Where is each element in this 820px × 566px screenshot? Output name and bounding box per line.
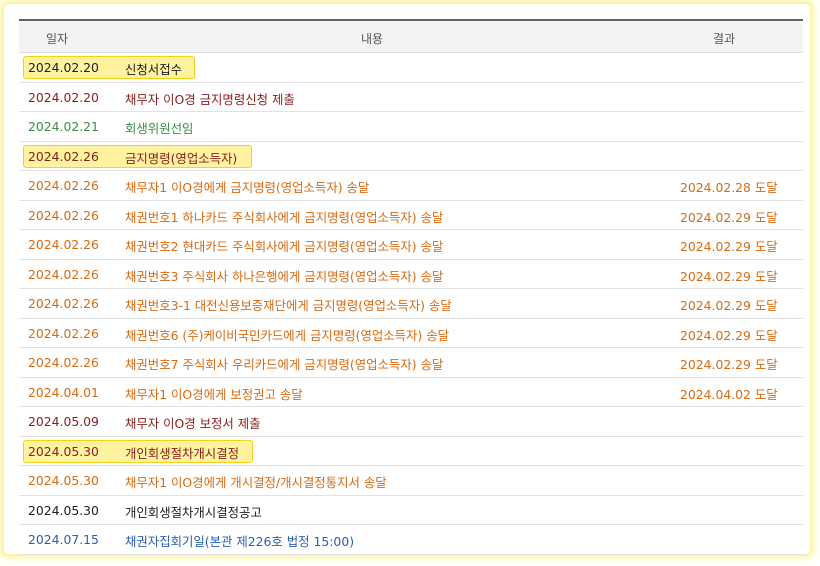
row-date: 2024.02.26 <box>28 355 99 370</box>
row-date: 2024.02.26 <box>28 266 99 282</box>
row-content: 채권번호7 주식회사 우리카드에게 금지명령(영업소득자) 송달 <box>125 357 444 372</box>
row-content: 채무자1 이O경에게 개시결정/개시결정통지서 송달 <box>125 475 387 490</box>
row-content: 채권번호2 현대카드 주식회사에게 금지명령(영업소득자) 송달 <box>125 239 444 254</box>
row-result: 2024.02.29 도달 <box>680 298 778 313</box>
table-row: 2024.02.26 채권번호6 (주)케이비국민카드에게 금지명령(영업소득자)… <box>19 319 803 348</box>
table-row: 2024.07.15 채권자집회기일(본관 제226호 법정 15:00) <box>19 525 803 555</box>
table-body: 2024.02.20 신청서접수 2024.02.20 채무자 이O경 금지명령신청 … <box>19 53 803 555</box>
row-date: 2024.05.30 <box>28 443 99 459</box>
row-content: 채권번호3 주식회사 하나은행에게 금지명령(영업소득자) 송달 <box>125 268 444 284</box>
row-date: 2024.02.26 <box>28 296 99 311</box>
row-date: 2024.02.26 <box>28 325 99 341</box>
table-row: 2024.04.01 채무자1 이O경에게 보정권고 송달 2024.04.02 도… <box>19 378 803 407</box>
row-content: 개인회생절차개시결정 <box>125 445 239 461</box>
table-row: 2024.05.09 채무자 이O경 보정서 제출 <box>19 407 803 437</box>
table-row: 2024.02.26 채권번호3-1 대전신용보증재단에게 금지명령(영업소득자)… <box>19 289 803 319</box>
table-row: 2024.02.26 채권번호3 주식회사 하나은행에게 금지명령(영업소득자) … <box>19 260 803 289</box>
table-row: 2024.02.26 채권번호2 현대카드 주식회사에게 금지명령(영업소득자) … <box>19 230 803 260</box>
table-row: 2024.02.21 회생위원선임 <box>19 112 803 142</box>
table-row: 2024.02.20 채무자 이O경 금지명령신청 제출 <box>19 83 803 112</box>
row-date: 2024.02.20 <box>28 89 99 105</box>
row-date: 2024.02.26 <box>28 148 99 164</box>
row-date: 2024.07.15 <box>28 532 99 547</box>
row-content: 채무자 이O경 금지명령신청 제출 <box>125 91 295 107</box>
row-date: 2024.04.01 <box>28 384 99 400</box>
table-row: 2024.02.20 신청서접수 <box>19 53 803 83</box>
row-content: 신청서접수 <box>125 62 182 77</box>
row-content: 채권번호6 (주)케이비국민카드에게 금지명령(영업소득자) 송달 <box>125 327 450 343</box>
row-date: 2024.02.26 <box>28 207 99 223</box>
header-result: 결과 <box>713 32 736 46</box>
row-result: 2024.02.29 도달 <box>680 268 778 284</box>
table-header: 일자 내용 결과 <box>19 21 803 53</box>
row-content: 채권번호1 하나카드 주식회사에게 금지명령(영업소득자) 송달 <box>125 209 444 225</box>
row-content: 채권번호3-1 대전신용보증재단에게 금지명령(영업소득자) 송달 <box>125 298 452 313</box>
row-result: 2024.02.29 도달 <box>680 327 778 343</box>
row-date: 2024.02.20 <box>28 60 99 75</box>
row-content: 금지명령(영업소득자) <box>125 150 238 166</box>
row-date: 2024.05.30 <box>28 473 99 488</box>
row-date: 2024.05.09 <box>28 414 99 429</box>
table-row: 2024.02.26 채무자1 이O경에게 금지명령(영업소득자) 송달 2024.… <box>19 171 803 201</box>
row-result: 2024.02.28 도달 <box>680 180 778 195</box>
table-row: 2024.05.30 개인회생절차개시결정공고 <box>19 496 803 525</box>
table-row: 2024.05.30 개인회생절차개시결정 <box>19 437 803 466</box>
row-date: 2024.02.21 <box>28 119 99 134</box>
row-result: 2024.02.29 도달 <box>680 239 778 254</box>
table-row: 2024.02.26 금지명령(영업소득자) <box>19 142 803 171</box>
row-result: 2024.04.02 도달 <box>680 386 778 402</box>
row-content: 채권자집회기일(본관 제226호 법정 15:00) <box>125 534 355 549</box>
table-row: 2024.02.26 채권번호1 하나카드 주식회사에게 금지명령(영업소득자) … <box>19 201 803 230</box>
header-content: 내용 <box>361 32 384 46</box>
header-date: 일자 <box>46 32 69 46</box>
highlight-frame: 일자 내용 결과 2024.02.20 신청서접수 2024.02.20 채무자 이O… <box>2 2 812 556</box>
row-content: 채무자1 이O경에게 금지명령(영업소득자) 송달 <box>125 180 370 195</box>
row-content: 개인회생절차개시결정공고 <box>125 504 262 520</box>
table-row: 2024.05.30 채무자1 이O경에게 개시결정/개시결정통지서 송달 <box>19 466 803 496</box>
case-progress-table: 일자 내용 결과 2024.02.20 신청서접수 2024.02.20 채무자 이O… <box>19 19 803 555</box>
row-content: 채무자 이O경 보정서 제출 <box>125 416 261 431</box>
row-date: 2024.02.26 <box>28 237 99 252</box>
row-content: 채무자1 이O경에게 보정권고 송달 <box>125 386 303 402</box>
row-date: 2024.05.30 <box>28 502 99 518</box>
table-row: 2024.02.26 채권번호7 주식회사 우리카드에게 금지명령(영업소득자) … <box>19 348 803 378</box>
row-result: 2024.02.29 도달 <box>680 209 778 225</box>
row-date: 2024.02.26 <box>28 178 99 193</box>
row-content: 회생위원선임 <box>125 121 194 136</box>
row-result: 2024.02.29 도달 <box>680 357 778 372</box>
